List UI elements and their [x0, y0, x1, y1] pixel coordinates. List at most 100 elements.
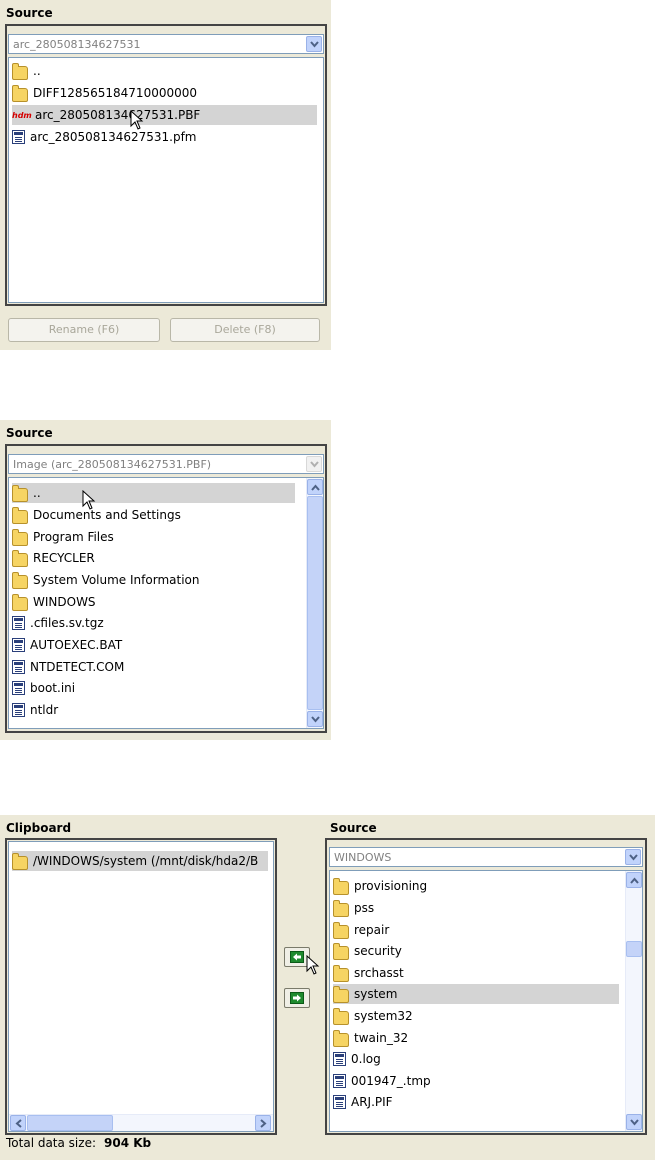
clipboard-label: Clipboard — [6, 821, 72, 835]
folder-icon — [12, 484, 28, 502]
scroll-thumb[interactable] — [307, 496, 323, 710]
list-item-label: .cfiles.sv.tgz — [30, 616, 104, 630]
arrow-right-icon — [290, 992, 304, 1004]
list-item-system-selected[interactable]: system — [333, 984, 619, 1004]
list-item-parent-selected[interactable]: .. — [12, 483, 295, 503]
list-item-label: AUTOEXEC.BAT — [30, 638, 123, 652]
list-item[interactable]: twain_32 — [333, 1028, 408, 1048]
list-item-label: 001947_.tmp — [351, 1074, 431, 1088]
folder-icon — [333, 985, 349, 1003]
scroll-down-button[interactable] — [626, 1114, 642, 1130]
folder-combo[interactable]: WINDOWS — [329, 847, 643, 867]
list-item[interactable]: Program Files — [12, 527, 114, 547]
image-combo[interactable]: Image (arc_280508134627531.PBF) — [8, 454, 324, 474]
clipboard-list[interactable]: /WINDOWS/system (/mnt/disk/hda2/B — [8, 841, 274, 1132]
list-item[interactable]: System Volume Information — [12, 570, 199, 590]
folder-icon — [333, 1007, 349, 1025]
file-icon — [12, 130, 25, 144]
list-item[interactable]: ARJ.PIF — [333, 1092, 393, 1112]
file-icon — [12, 660, 25, 674]
scroll-right-button[interactable] — [255, 1115, 271, 1131]
list-item-label: ARJ.PIF — [351, 1095, 393, 1109]
file-icon — [333, 1074, 346, 1088]
folder-icon — [12, 528, 28, 546]
folder-icon — [333, 964, 349, 982]
delete-button[interactable]: Delete (F8) — [170, 318, 320, 342]
list-item[interactable]: repair — [333, 920, 389, 940]
folder-icon — [12, 571, 28, 589]
arrow-left-icon — [290, 951, 304, 963]
list-item[interactable]: srchasst — [333, 963, 404, 983]
clipboard-source-panel: Clipboard /WINDOWS/system (/mnt/disk/hda… — [0, 815, 655, 1160]
total-data-size: Total data size: 904 Kb — [6, 1136, 151, 1150]
file-icon — [12, 638, 25, 652]
source-combo-value: arc_280508134627531 — [13, 38, 141, 51]
total-data-size-label: Total data size: — [6, 1136, 96, 1150]
mouse-cursor-icon — [306, 955, 320, 975]
mouse-cursor-icon — [130, 110, 144, 130]
list-item[interactable]: security — [333, 941, 402, 961]
list-item-label: 0.log — [351, 1052, 381, 1066]
source-combo[interactable]: arc_280508134627531 — [8, 34, 324, 54]
list-item[interactable]: WINDOWS — [12, 592, 96, 612]
list-item[interactable]: 0.log — [333, 1049, 381, 1069]
list-item-diff-folder[interactable]: DIFF128565184710000000 — [12, 83, 197, 103]
list-item-pbf-selected[interactable]: hdm arc_280508134627531.PBF — [12, 105, 317, 125]
scroll-thumb[interactable] — [626, 941, 642, 957]
list-item[interactable]: provisioning — [333, 876, 427, 896]
list-item-label: repair — [354, 923, 390, 937]
list-item-label: DIFF128565184710000000 — [33, 86, 198, 100]
folder-icon — [12, 852, 28, 870]
list-item-label: .. — [33, 64, 41, 78]
vertical-scrollbar[interactable] — [625, 871, 642, 1131]
chevron-down-icon[interactable] — [306, 36, 322, 52]
folder-icon — [12, 549, 28, 567]
folder-icon — [12, 506, 28, 524]
mouse-cursor-icon — [82, 490, 96, 510]
list-item[interactable]: .cfiles.sv.tgz — [12, 613, 104, 633]
list-item[interactable]: boot.ini — [12, 678, 75, 698]
list-item[interactable]: ntldr — [12, 700, 58, 720]
list-item-pfm[interactable]: arc_280508134627531.pfm — [12, 127, 197, 147]
folder-icon — [333, 942, 349, 960]
list-item-label: provisioning — [354, 879, 428, 893]
list-item-label: srchasst — [354, 966, 404, 980]
move-to-source-button[interactable] — [284, 988, 310, 1008]
scroll-thumb[interactable] — [27, 1115, 113, 1131]
list-item[interactable]: NTDETECT.COM — [12, 657, 124, 677]
scroll-up-button[interactable] — [307, 479, 323, 495]
scroll-down-button[interactable] — [307, 711, 323, 727]
clipboard-item[interactable]: /WINDOWS/system (/mnt/disk/hda2/B — [12, 851, 268, 871]
source-panel-2: Source Image (arc_280508134627531.PBF) .… — [0, 420, 331, 740]
list-item-label: ntldr — [30, 703, 59, 717]
file-list[interactable]: .. DIFF128565184710000000 hdm arc_280508… — [8, 57, 324, 303]
list-item[interactable]: RECYCLER — [12, 548, 95, 568]
list-item-label: boot.ini — [30, 681, 76, 695]
list-item[interactable]: Documents and Settings — [12, 505, 181, 525]
list-item-parent[interactable]: .. — [12, 61, 41, 81]
rename-button[interactable]: Rename (F6) — [8, 318, 160, 342]
list-item[interactable]: system32 — [333, 1006, 413, 1026]
chevron-down-icon[interactable] — [625, 849, 641, 865]
list-item-label: RECYCLER — [33, 551, 95, 565]
file-list[interactable]: .. Documents and Settings Program Files … — [8, 477, 324, 729]
folder-combo-value: WINDOWS — [334, 851, 392, 864]
file-list[interactable]: provisioning pss repair security srchass… — [329, 870, 643, 1132]
source-label: Source — [6, 6, 53, 20]
list-item[interactable]: pss — [333, 898, 374, 918]
list-item-label: .. — [33, 486, 41, 500]
file-icon — [333, 1095, 346, 1109]
list-item[interactable]: 001947_.tmp — [333, 1071, 431, 1091]
list-item-label: system32 — [354, 1009, 413, 1023]
list-item[interactable]: AUTOEXEC.BAT — [12, 635, 122, 655]
chevron-down-icon[interactable] — [306, 456, 322, 472]
horizontal-scrollbar[interactable] — [9, 1114, 273, 1131]
scroll-up-button[interactable] — [626, 872, 642, 888]
source-label: Source — [330, 821, 377, 835]
pbf-archive-icon: hdm — [12, 110, 32, 120]
scroll-left-button[interactable] — [10, 1115, 26, 1131]
folder-icon — [12, 84, 28, 102]
total-data-size-value: 904 Kb — [104, 1136, 152, 1150]
vertical-scrollbar[interactable] — [306, 478, 323, 728]
list-item-label: system — [354, 987, 398, 1001]
